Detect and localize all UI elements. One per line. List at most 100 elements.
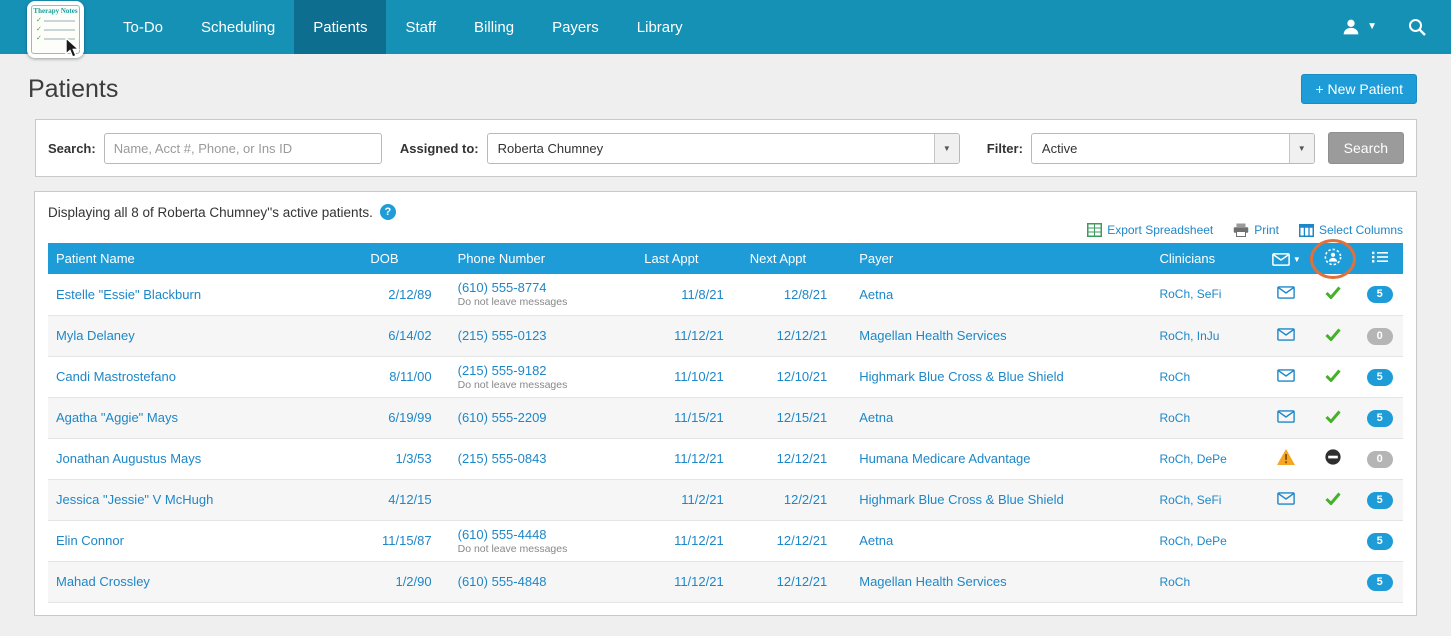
- nav-item-to-do[interactable]: To-Do: [104, 0, 182, 54]
- message-cell[interactable]: [1263, 520, 1310, 561]
- nav-right-controls: ▼: [1340, 0, 1451, 54]
- notes-count-badge[interactable]: 5: [1367, 410, 1393, 427]
- message-envelope-icon[interactable]: [1277, 286, 1295, 299]
- column-header-clinicians[interactable]: Clinicians: [1151, 243, 1263, 274]
- patient-name-link[interactable]: Agatha "Aggie" Mays: [56, 410, 178, 425]
- user-menu[interactable]: ▼: [1340, 16, 1377, 38]
- search-icon[interactable]: [1407, 17, 1427, 37]
- next-appt-value: 12/12/21: [777, 451, 828, 466]
- logo-check-icon: ✓: [36, 18, 42, 24]
- portal-cell: [1310, 397, 1357, 438]
- portal-cell: [1310, 315, 1357, 356]
- column-header-last-appt[interactable]: Last Appt: [636, 243, 741, 274]
- columns-icon: [1299, 224, 1314, 237]
- patient-name-link[interactable]: Elin Connor: [56, 533, 124, 548]
- chevron-down-icon[interactable]: ▼: [934, 134, 959, 163]
- help-icon[interactable]: ?: [380, 204, 396, 220]
- last-appt-value: 11/8/21: [681, 287, 723, 302]
- phone-number: (215) 555-0843: [458, 451, 629, 466]
- warning-icon[interactable]: [1277, 449, 1295, 465]
- last-appt-value: 11/12/21: [674, 451, 724, 466]
- payer-link[interactable]: Humana Medicare Advantage: [859, 451, 1030, 466]
- patient-name-link[interactable]: Candi Mastrostefano: [56, 369, 176, 384]
- message-cell[interactable]: [1263, 561, 1310, 602]
- chevron-down-icon[interactable]: ▼: [1293, 255, 1301, 265]
- page-header: Patients + New Patient: [0, 54, 1451, 119]
- column-header-next-appt[interactable]: Next Appt: [742, 243, 852, 274]
- search-button[interactable]: Search: [1328, 132, 1404, 164]
- message-cell[interactable]: [1263, 274, 1310, 315]
- spreadsheet-icon: [1087, 223, 1102, 237]
- last-appt-value: 11/12/21: [674, 574, 724, 589]
- new-patient-button[interactable]: + New Patient: [1301, 74, 1417, 104]
- notes-list-icon: [1372, 251, 1388, 263]
- message-cell[interactable]: [1263, 397, 1310, 438]
- table-row: Mahad Crossley 1/2/90 (610) 555-4848 11/…: [48, 561, 1403, 602]
- assigned-to-select[interactable]: Roberta Chumney ▼: [487, 133, 960, 164]
- messages-column-header[interactable]: ▼: [1263, 243, 1310, 274]
- table-row: Jonathan Augustus Mays 1/3/53 (215) 555-…: [48, 438, 1403, 479]
- message-cell[interactable]: [1263, 479, 1310, 520]
- patient-name-link[interactable]: Myla Delaney: [56, 328, 135, 343]
- message-envelope-icon[interactable]: [1277, 328, 1295, 341]
- nav-item-staff[interactable]: Staff: [386, 0, 455, 54]
- nav-item-scheduling[interactable]: Scheduling: [182, 0, 294, 54]
- patient-name-link[interactable]: Jessica "Jessie" V McHugh: [56, 492, 213, 507]
- notes-count-badge[interactable]: 5: [1367, 574, 1393, 591]
- portal-column-header[interactable]: [1310, 243, 1357, 274]
- message-cell[interactable]: [1263, 356, 1310, 397]
- patient-name-link[interactable]: Estelle "Essie" Blackburn: [56, 287, 201, 302]
- nav-item-payers[interactable]: Payers: [533, 0, 618, 54]
- phone-number: (610) 555-4848: [458, 574, 629, 589]
- column-header-dob[interactable]: DOB: [362, 243, 449, 274]
- results-panel: Displaying all 8 of Roberta Chumney''s a…: [34, 191, 1417, 616]
- filter-select[interactable]: Active ▼: [1031, 133, 1315, 164]
- payer-link[interactable]: Aetna: [859, 533, 893, 548]
- nav-item-library[interactable]: Library: [618, 0, 702, 54]
- payer-link[interactable]: Highmark Blue Cross & Blue Shield: [859, 369, 1063, 384]
- clinicians-value: RoCh, DePe: [1159, 452, 1226, 466]
- table-header-row: Patient Name DOB Phone Number Last Appt …: [48, 243, 1403, 274]
- nav-item-billing[interactable]: Billing: [455, 0, 533, 54]
- portal-cell: [1310, 438, 1357, 479]
- payer-link[interactable]: Magellan Health Services: [859, 574, 1006, 589]
- message-envelope-icon[interactable]: [1277, 492, 1295, 505]
- payer-link[interactable]: Magellan Health Services: [859, 328, 1006, 343]
- notes-count-badge[interactable]: 5: [1367, 492, 1393, 509]
- portal-cell: [1310, 479, 1357, 520]
- payer-link[interactable]: Highmark Blue Cross & Blue Shield: [859, 492, 1063, 507]
- notes-count-badge[interactable]: 5: [1367, 533, 1393, 550]
- payer-link[interactable]: Aetna: [859, 410, 893, 425]
- message-cell[interactable]: [1263, 315, 1310, 356]
- app-logo[interactable]: Therapy Notes ✓ ✓ ✓: [27, 1, 84, 58]
- column-header-patient-name[interactable]: Patient Name: [48, 243, 362, 274]
- patient-name-link[interactable]: Jonathan Augustus Mays: [56, 451, 201, 466]
- nav-item-patients[interactable]: Patients: [294, 0, 386, 54]
- phone-number: (610) 555-4448: [458, 527, 629, 542]
- notes-count-badge[interactable]: 0: [1367, 451, 1393, 468]
- notes-column-header[interactable]: [1356, 243, 1403, 274]
- column-header-phone[interactable]: Phone Number: [450, 243, 637, 274]
- notes-count-badge[interactable]: 5: [1367, 369, 1393, 386]
- dob-value: 2/12/89: [388, 287, 431, 302]
- print-link[interactable]: Print: [1233, 223, 1279, 237]
- logo-check-icon: ✓: [36, 36, 42, 42]
- last-appt-value: 11/15/21: [674, 410, 724, 425]
- next-appt-value: 12/12/21: [777, 533, 828, 548]
- message-envelope-icon[interactable]: [1277, 410, 1295, 423]
- column-header-payer[interactable]: Payer: [851, 243, 1151, 274]
- message-cell[interactable]: [1263, 438, 1310, 479]
- message-envelope-icon[interactable]: [1277, 369, 1295, 382]
- notes-count-badge[interactable]: 5: [1367, 286, 1393, 303]
- notes-count-badge[interactable]: 0: [1367, 328, 1393, 345]
- portal-cell: [1310, 561, 1357, 602]
- dob-value: 1/2/90: [395, 574, 431, 589]
- chevron-down-icon[interactable]: ▼: [1289, 134, 1314, 163]
- phone-number: (610) 555-2209: [458, 410, 629, 425]
- patient-name-link[interactable]: Mahad Crossley: [56, 574, 150, 589]
- select-columns-link[interactable]: Select Columns: [1299, 223, 1403, 237]
- payer-link[interactable]: Aetna: [859, 287, 893, 302]
- export-spreadsheet-link[interactable]: Export Spreadsheet: [1087, 223, 1213, 237]
- search-input[interactable]: [104, 133, 382, 164]
- cursor-icon: [64, 37, 80, 59]
